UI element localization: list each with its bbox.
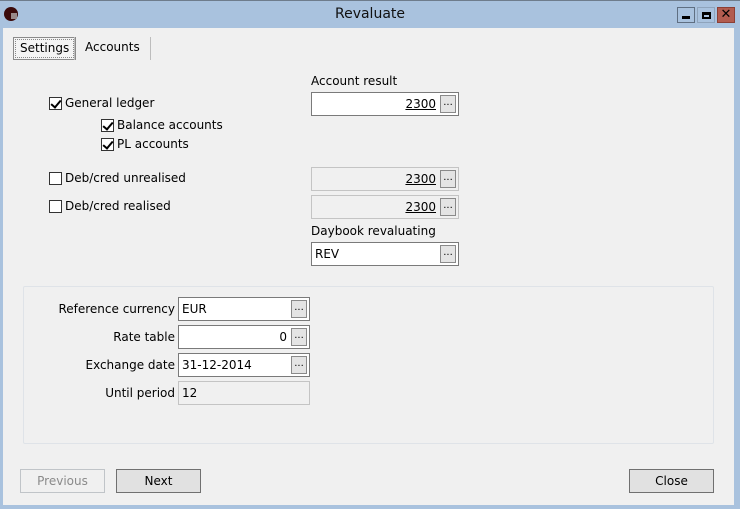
exchange-date-value: 31-12-2014 [182, 358, 252, 372]
dialog-body: Settings Accounts General ledger Balance… [3, 28, 734, 505]
close-button[interactable]: Close [629, 469, 714, 493]
account-result-field[interactable]: 2300 ... [311, 92, 459, 116]
checkbox-checked-icon[interactable] [101, 118, 114, 132]
tab-settings[interactable]: Settings [13, 37, 77, 60]
revaluate-window: Revaluate ✕ Settings Accounts General le… [0, 0, 740, 509]
next-button[interactable]: Next [116, 469, 201, 493]
rate-table-field[interactable]: 0 ... [178, 325, 310, 349]
daybook-revaluating-field[interactable]: REV ... [311, 242, 459, 266]
general-ledger-label: General ledger [65, 96, 155, 110]
minimize-button[interactable] [677, 7, 695, 23]
account-result-lookup-button[interactable]: ... [440, 95, 456, 113]
reference-currency-label: Reference currency [58, 302, 175, 316]
daybook-revaluating-value: REV [315, 247, 340, 261]
unrealised-account-value: 2300 [405, 172, 436, 186]
debcred-realised-label: Deb/cred realised [65, 199, 171, 213]
until-period-label: Until period [105, 386, 175, 400]
realised-account-lookup-button[interactable]: ... [440, 198, 456, 216]
rate-table-lookup-button[interactable]: ... [291, 328, 307, 346]
checkbox-checked-icon[interactable] [101, 137, 114, 151]
balance-accounts-label: Balance accounts [117, 118, 223, 132]
account-result-value: 2300 [405, 97, 436, 111]
account-result-label: Account result [311, 74, 398, 88]
title-bar[interactable]: Revaluate ✕ [0, 1, 740, 27]
maximize-button[interactable] [697, 7, 715, 23]
rate-table-value: 0 [279, 330, 287, 344]
general-ledger-checkbox[interactable]: General ledger [49, 96, 154, 110]
until-period-value: 12 [182, 386, 198, 400]
daybook-revaluating-label: Daybook revaluating [311, 224, 436, 238]
minimize-icon [682, 16, 690, 19]
pl-accounts-checkbox[interactable]: PL accounts [101, 137, 189, 151]
maximize-icon [701, 11, 711, 19]
reference-currency-lookup-button[interactable]: ... [291, 300, 307, 318]
daybook-lookup-button[interactable]: ... [440, 245, 456, 263]
reference-currency-field[interactable]: EUR ... [178, 297, 310, 321]
realised-account-field: 2300 ... [311, 195, 459, 219]
pl-accounts-label: PL accounts [117, 137, 189, 151]
debcred-unrealised-label: Deb/cred unrealised [65, 171, 186, 185]
previous-button[interactable]: Previous [20, 469, 105, 493]
debcred-realised-checkbox[interactable]: Deb/cred realised [49, 199, 171, 213]
realised-account-value: 2300 [405, 200, 436, 214]
checkbox-unchecked-icon[interactable] [49, 199, 62, 213]
exchange-date-label: Exchange date [85, 358, 175, 372]
debcred-unrealised-checkbox[interactable]: Deb/cred unrealised [49, 171, 186, 185]
checkbox-unchecked-icon[interactable] [49, 171, 62, 185]
unrealised-account-lookup-button[interactable]: ... [440, 170, 456, 188]
window-title: Revaluate [334, 6, 406, 22]
tab-accounts[interactable]: Accounts [74, 37, 151, 60]
exchange-date-picker-button[interactable]: ... [291, 356, 307, 374]
rate-table-label: Rate table [113, 330, 175, 344]
unrealised-account-field: 2300 ... [311, 167, 459, 191]
close-window-button[interactable]: ✕ [717, 7, 735, 23]
close-icon: ✕ [720, 7, 732, 22]
exchange-date-field[interactable]: 31-12-2014 ... [178, 353, 310, 377]
balance-accounts-checkbox[interactable]: Balance accounts [101, 118, 223, 132]
until-period-field: 12 [178, 381, 310, 405]
reference-currency-value: EUR [182, 302, 207, 316]
checkbox-checked-icon[interactable] [49, 96, 62, 110]
